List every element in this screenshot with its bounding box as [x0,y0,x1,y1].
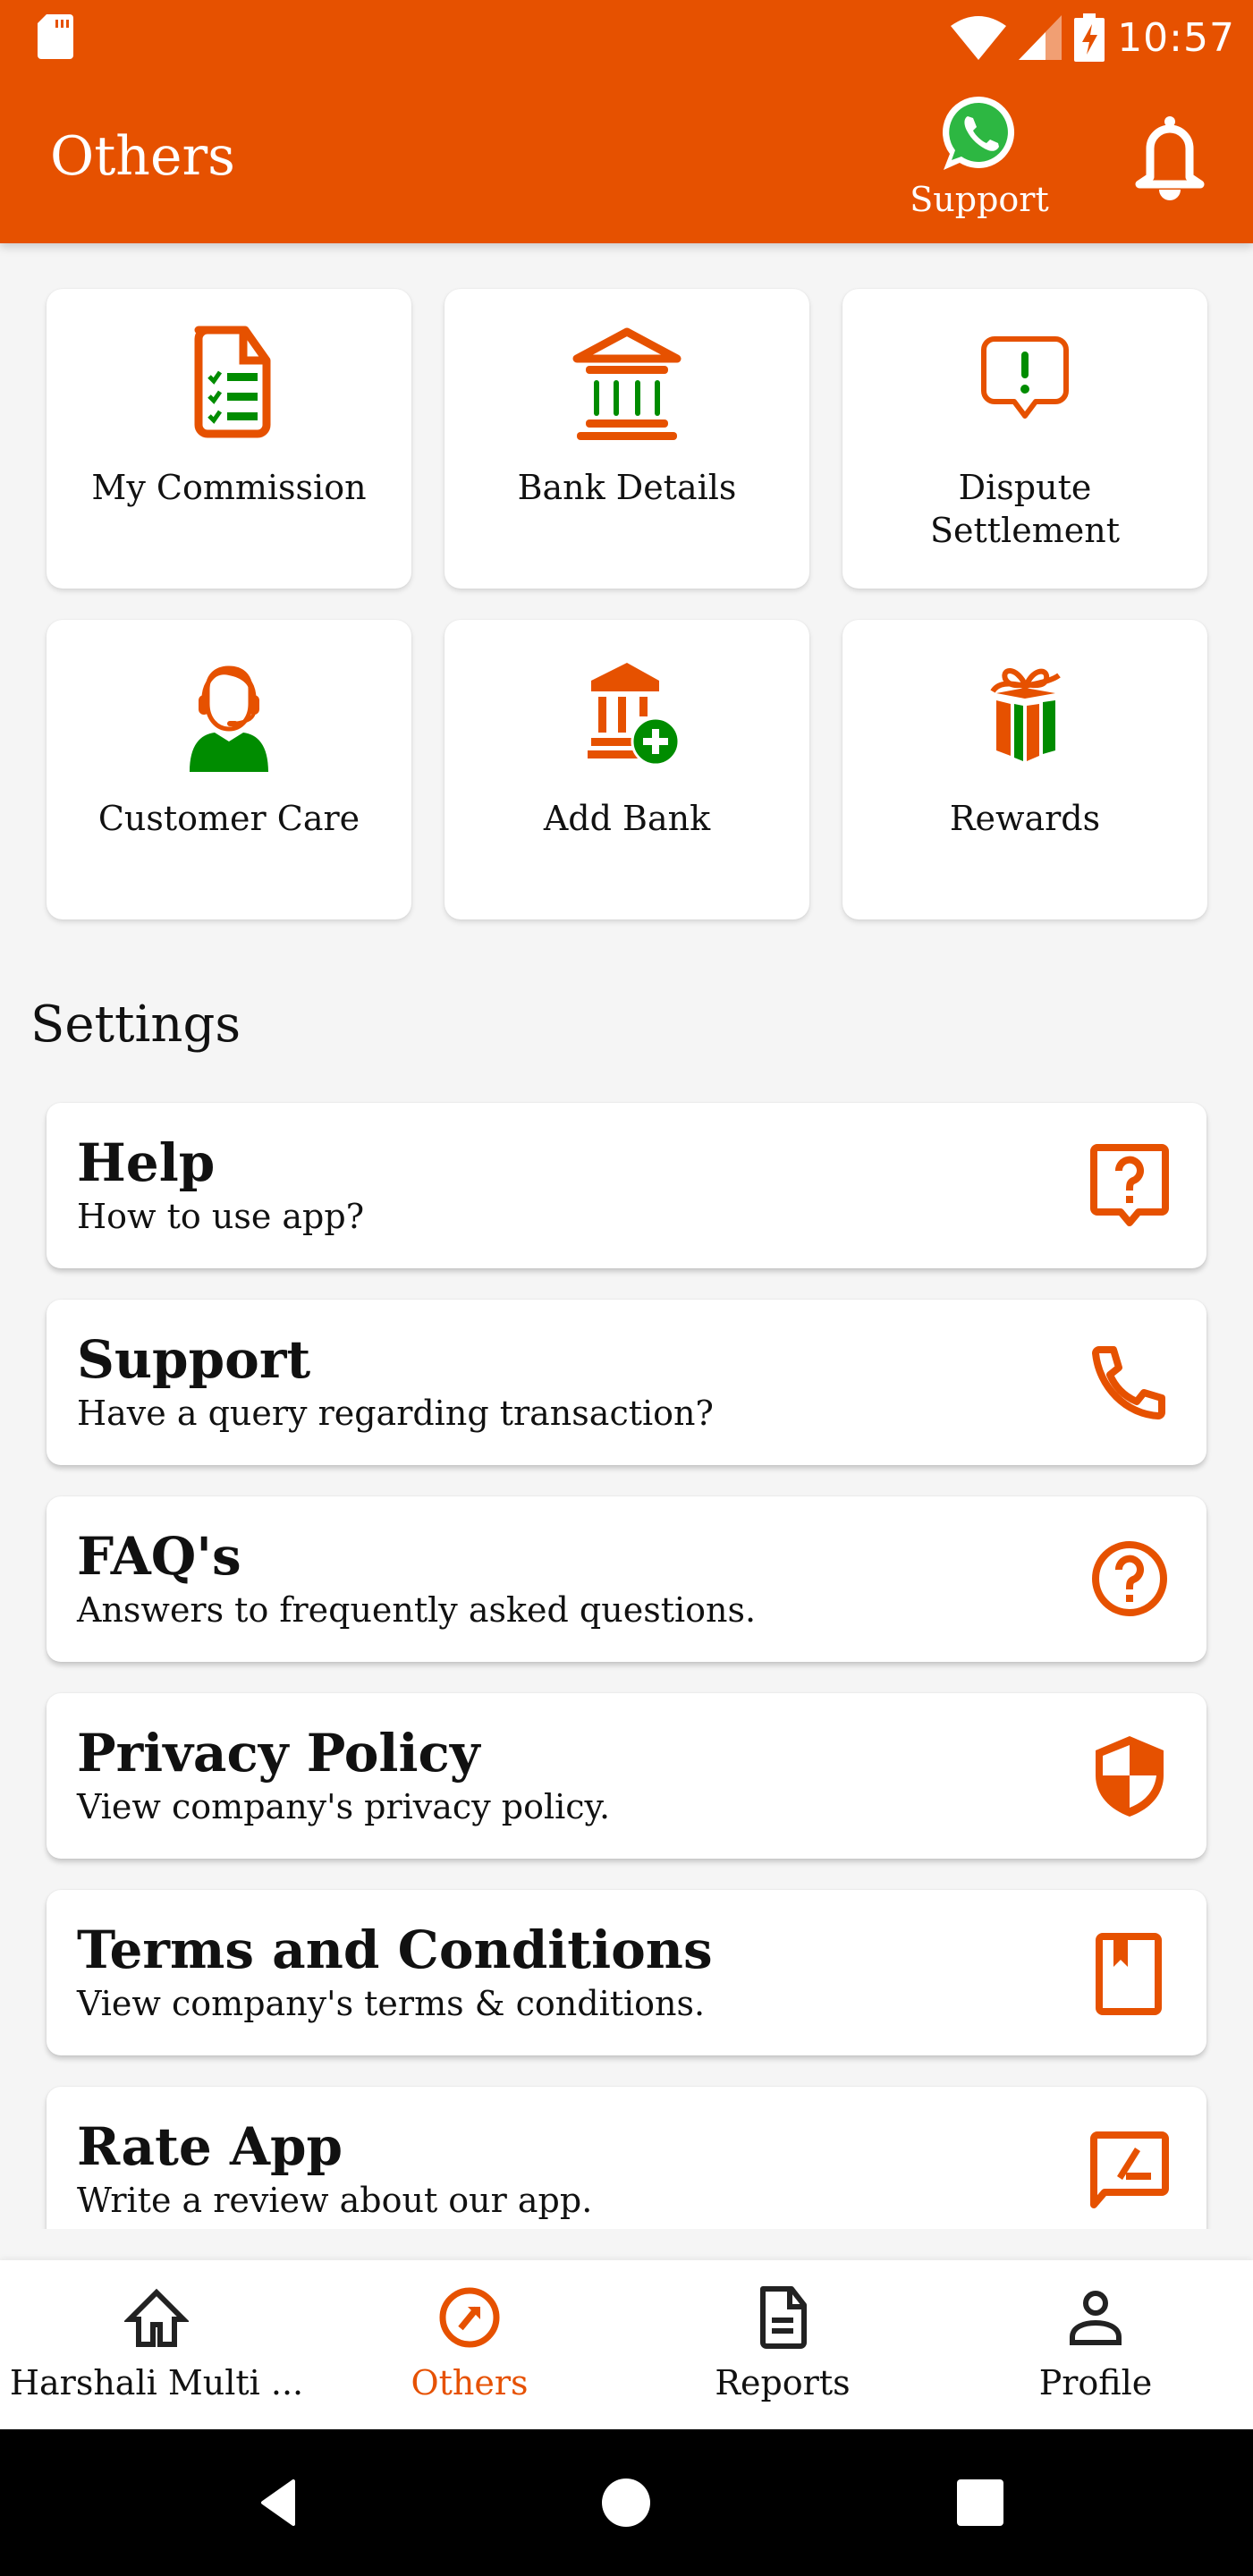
tile-bank-details[interactable]: Bank Details [444,289,809,589]
settings-item-faqs[interactable]: FAQ's Answers to frequently asked questi… [47,1496,1206,1662]
help-bubble-icon [1087,1140,1173,1230]
bell-icon[interactable] [1132,114,1207,200]
tile-dispute-settlement[interactable]: Dispute Settlement [842,289,1207,589]
nav-label: Others [411,2363,529,2402]
rate-review-icon [1087,2124,1173,2214]
tile-label: Rewards [949,799,1101,838]
bottom-nav: Harshali Multi ... Others Reports Profil… [0,2260,1253,2429]
whatsapp-support-button[interactable]: Support [903,93,1055,227]
nav-item-others[interactable]: Others [313,2260,626,2429]
person-icon [1063,2285,1128,2350]
shield-icon [1087,1731,1173,1820]
nav-label: Profile [1038,2363,1153,2402]
book-bookmark-icon [1087,1928,1173,2017]
app-bar: 10:57 Others Support [0,0,1253,243]
settings-item-subtitle: How to use app? [77,1197,365,1236]
home-icon [123,2285,190,2350]
settings-item-subtitle: View company's privacy policy. [77,1787,611,1826]
tile-add-bank[interactable]: Add Bank [444,620,809,919]
cell-signal-icon [1019,15,1063,60]
system-nav-bar [0,2429,1253,2576]
settings-item-help[interactable]: Help How to use app? [47,1103,1206,1268]
headset-agent-icon [166,648,292,774]
back-icon[interactable] [250,2476,304,2529]
checklist-document-icon [166,318,292,443]
settings-item-title: Rate App [77,2116,343,2177]
question-circle-icon [1087,1534,1173,1623]
tile-label: My Commission [91,468,367,507]
settings-item-title: Help [77,1132,216,1193]
recents-icon[interactable] [953,2476,1007,2529]
nav-label: Reports [715,2363,851,2402]
explore-arrow-icon [437,2285,502,2350]
bank-add-icon [564,648,690,774]
tile-label: Bank Details [517,468,737,507]
nav-item-profile[interactable]: Profile [939,2260,1252,2429]
settings-item-title: FAQ's [77,1526,241,1587]
page-title: Others [50,125,235,188]
wifi-icon [951,16,1007,60]
quick-actions-grid: My Commission Bank Details Dispute Settl… [47,289,1207,919]
status-icons: 10:57 [951,11,1235,64]
settings-item-title: Support [77,1329,311,1390]
settings-item-support[interactable]: Support Have a query regarding transacti… [47,1300,1206,1465]
whatsapp-support-label: Support [910,180,1049,219]
settings-section-title: Settings [30,996,241,1054]
nav-item-home[interactable]: Harshali Multi ... [0,2260,313,2429]
settings-list[interactable]: Help How to use app? Support Have a quer… [0,1096,1253,2229]
tile-label: Dispute Settlement [930,468,1120,550]
alert-message-icon [962,318,1088,443]
gift-icon [962,648,1088,774]
nav-label: Harshali Multi ... [9,2363,304,2402]
document-icon [750,2285,815,2350]
settings-item-title: Privacy Policy [77,1723,480,1784]
battery-charging-icon [1074,13,1105,62]
settings-item-subtitle: View company's terms & conditions. [77,1984,706,2023]
settings-item-subtitle: Write a review about our app. [77,2181,593,2220]
home-circle-icon[interactable] [599,2476,653,2529]
tile-customer-care[interactable]: Customer Care [47,620,411,919]
nav-item-reports[interactable]: Reports [626,2260,939,2429]
tile-label: Add Bank [543,799,711,838]
tile-label: Customer Care [97,799,360,838]
settings-item-terms-and-conditions[interactable]: Terms and Conditions View company's term… [47,1890,1206,2055]
phone-icon [1087,1337,1173,1427]
settings-item-title: Terms and Conditions [77,1919,713,1980]
settings-item-privacy-policy[interactable]: Privacy Policy View company's privacy po… [47,1693,1206,1859]
settings-item-subtitle: Have a query regarding transaction? [77,1394,714,1433]
sd-card-icon [38,14,73,59]
bank-icon [564,318,690,443]
whatsapp-icon [942,96,1015,170]
tile-my-commission[interactable]: My Commission [47,289,411,589]
settings-item-subtitle: Answers to frequently asked questions. [77,1590,757,1630]
tile-rewards[interactable]: Rewards [842,620,1207,919]
status-time: 10:57 [1117,14,1235,61]
settings-item-rate-app[interactable]: Rate App Write a review about our app. [47,2087,1206,2229]
